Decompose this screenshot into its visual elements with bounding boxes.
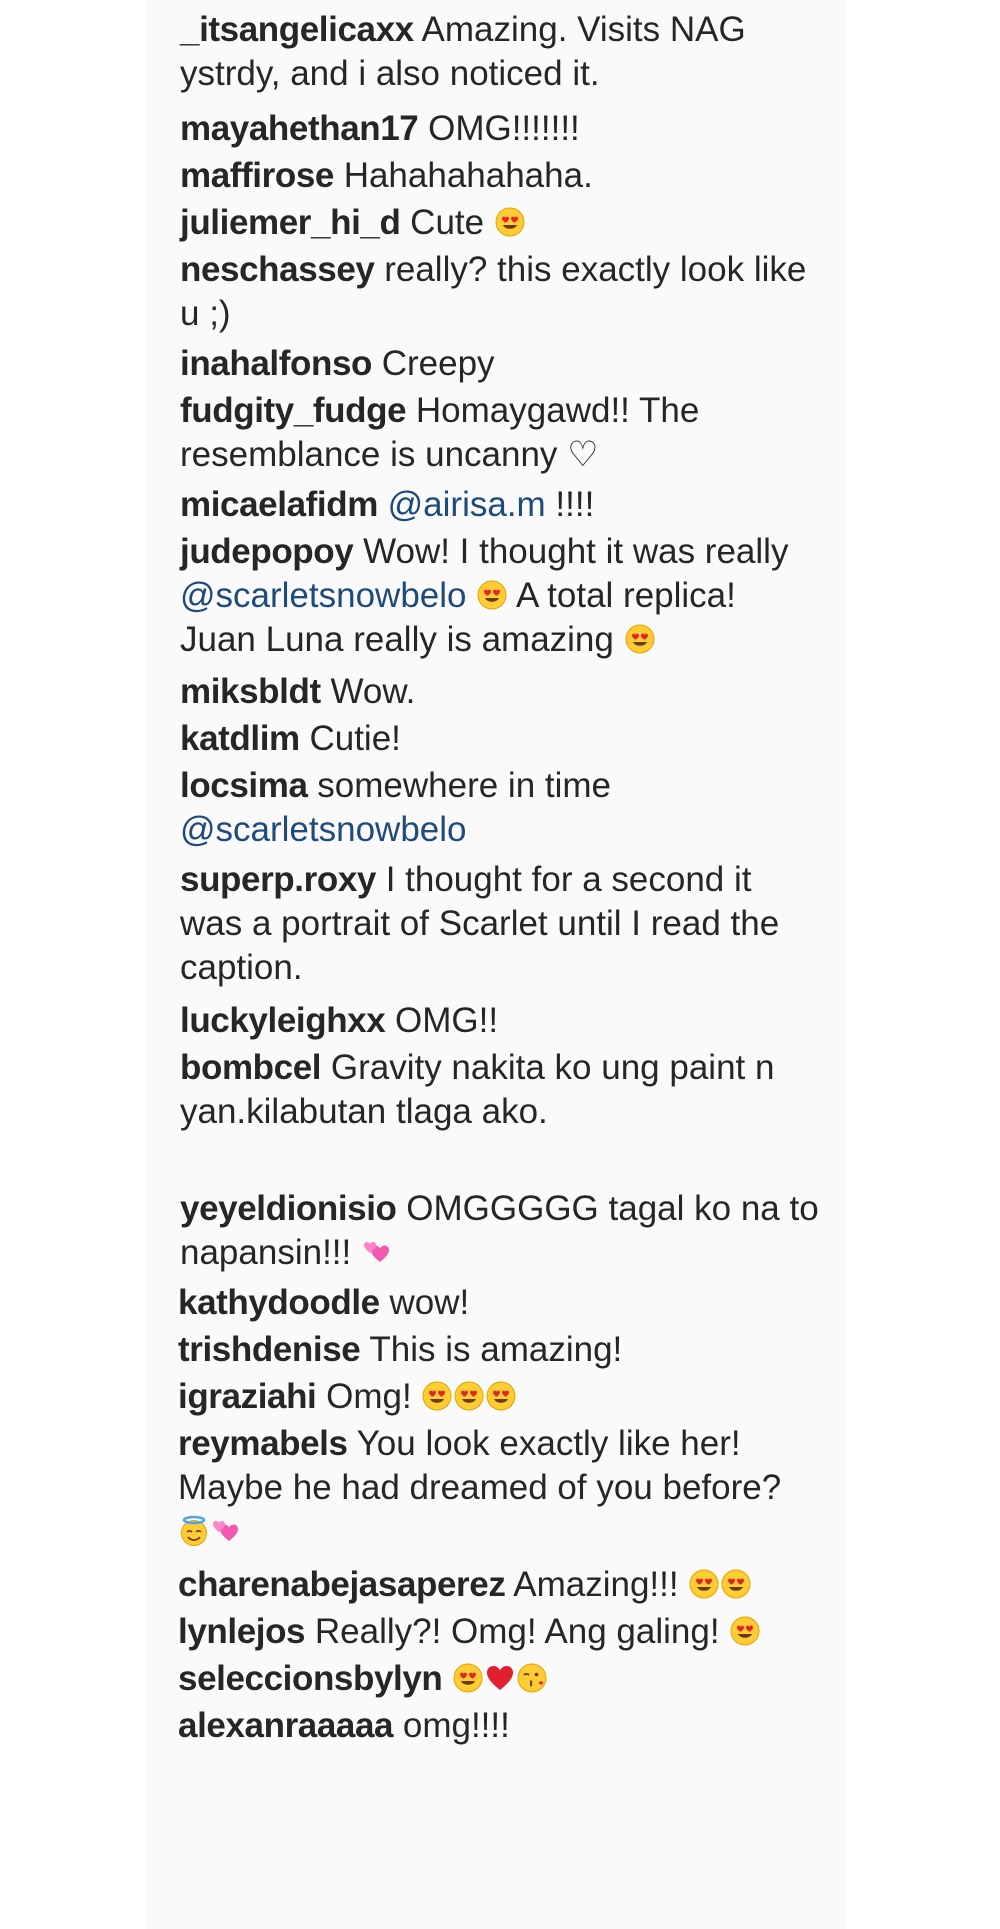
comment-text: Cute — [410, 203, 494, 242]
comment-username-link[interactable]: judepopoy — [180, 532, 354, 571]
halo-icon — [178, 1515, 210, 1547]
mention-link[interactable]: @scarletsnowbelo — [180, 810, 467, 849]
heart-eyes-icon — [624, 623, 656, 655]
comment-text: Wow! I thought it was really — [363, 532, 789, 571]
comment-item: bombcel Gravity nakita ko ung paint n ya… — [180, 1046, 820, 1134]
heart-eyes-icon — [688, 1568, 720, 1600]
comment-text: Cutie! — [309, 719, 401, 758]
comment-text: Omg! — [326, 1377, 422, 1416]
comment-text: !!!! — [545, 485, 595, 524]
red-heart-icon — [484, 1662, 516, 1694]
heart-eyes-icon — [720, 1568, 752, 1600]
comment-item: kathydoodle wow! — [178, 1281, 818, 1325]
comment-item: fudgity_fudge Homaygawd!! The resemblanc… — [180, 389, 820, 477]
comment-text: OMG!! — [395, 1001, 499, 1040]
comment-text: Hahahahahaha. — [343, 156, 593, 195]
comment-username-link[interactable]: juliemer_hi_d — [180, 203, 401, 242]
comment-item: superp.roxy I thought for a second it wa… — [180, 858, 820, 990]
comment-text: Amazing!!! — [513, 1565, 689, 1604]
comment-item: alexanraaaaa omg!!!! — [178, 1704, 818, 1748]
comment-item: seleccionsbylyn — [178, 1657, 818, 1701]
comment-username-link[interactable]: katdlim — [180, 719, 300, 758]
comment-username-link[interactable]: superp.roxy — [180, 860, 376, 899]
comment-item: igraziahi Omg! — [178, 1375, 818, 1419]
comment-item: yeyeldionisio OMGGGGG tagal ko na to nap… — [180, 1187, 820, 1275]
comment-item: charenabejasaperez Amazing!!! — [178, 1563, 818, 1607]
comment-username-link[interactable]: yeyeldionisio — [180, 1189, 397, 1228]
comment-username-link[interactable]: charenabejasaperez — [178, 1565, 506, 1604]
kiss-icon — [516, 1662, 548, 1694]
heart-eyes-icon — [452, 1662, 484, 1694]
heart-eyes-icon — [476, 579, 508, 611]
comment-username-link[interactable]: neschassey — [180, 250, 375, 289]
comment-username-link[interactable]: locsima — [180, 766, 308, 805]
comment-text — [467, 576, 477, 615]
heart-eyes-icon — [729, 1615, 761, 1647]
comment-username-link[interactable]: reymabels — [178, 1424, 348, 1463]
mention-link[interactable]: @airisa.m — [388, 485, 546, 524]
two-hearts-icon — [210, 1515, 242, 1547]
comment-text: OMG!!!!!!! — [428, 109, 580, 148]
heart-eyes-icon — [453, 1380, 485, 1412]
comment-username-link[interactable]: mayahethan17 — [180, 109, 419, 148]
comment-username-link[interactable]: seleccionsbylyn — [178, 1659, 443, 1698]
heart-eyes-icon — [494, 206, 526, 238]
comment-text: This is amazing! — [369, 1330, 623, 1369]
comment-username-link[interactable]: miksbldt — [180, 672, 321, 711]
comment-item: mayahethan17 OMG!!!!!!! — [180, 107, 820, 151]
comment-username-link[interactable]: kathydoodle — [178, 1283, 380, 1322]
comment-username-link[interactable]: lynlejos — [178, 1612, 306, 1651]
comment-text: Creepy — [381, 344, 495, 383]
comment-item: miksbldt Wow. — [180, 670, 820, 714]
comment-item: trishdenise This is amazing! — [178, 1328, 818, 1372]
comment-item: juliemer_hi_d Cute — [180, 201, 820, 245]
comment-item: locsima somewhere in time @scarletsnowbe… — [180, 764, 820, 852]
heart-eyes-icon — [421, 1380, 453, 1412]
comment-item: inahalfonso Creepy — [180, 342, 820, 386]
comment-item: _itsangelicaxx Amazing. Visits NAG ystrd… — [180, 8, 820, 96]
comment-username-link[interactable]: micaelafidm — [180, 485, 378, 524]
heart-eyes-icon — [485, 1380, 517, 1412]
comment-item: judepopoy Wow! I thought it was really @… — [180, 530, 820, 662]
comment-item: micaelafidm @airisa.m !!!! — [180, 483, 820, 527]
comment-username-link[interactable]: _itsangelicaxx — [180, 10, 414, 49]
comment-text: omg!!!! — [402, 1706, 510, 1745]
two-hearts-icon — [361, 1236, 393, 1268]
comment-text: Really?! Omg! Ang galing! — [314, 1612, 730, 1651]
comment-item: katdlim Cutie! — [180, 717, 820, 761]
comment-username-link[interactable]: inahalfonso — [180, 344, 372, 383]
comment-username-link[interactable]: bombcel — [180, 1048, 322, 1087]
comment-username-link[interactable]: fudgity_fudge — [180, 391, 407, 430]
comment-item: maffirose Hahahahahaha. — [180, 154, 820, 198]
mention-link[interactable]: @scarletsnowbelo — [180, 576, 467, 615]
comment-username-link[interactable]: alexanraaaaa — [178, 1706, 394, 1745]
comment-text: Wow. — [330, 672, 416, 711]
comment-item: luckyleighxx OMG!! — [180, 999, 820, 1043]
comment-username-link[interactable]: trishdenise — [178, 1330, 361, 1369]
comment-username-link[interactable]: maffirose — [180, 156, 334, 195]
comment-text: wow! — [389, 1283, 470, 1322]
comment-item: lynlejos Really?! Omg! Ang galing! — [178, 1610, 818, 1654]
comment-username-link[interactable]: igraziahi — [178, 1377, 317, 1416]
comment-item: neschassey really? this exactly look lik… — [180, 248, 820, 336]
comment-item: reymabels You look exactly like her! May… — [178, 1422, 818, 1554]
comment-text: somewhere in time — [317, 766, 612, 805]
comment-username-link[interactable]: luckyleighxx — [180, 1001, 386, 1040]
comments-panel: _itsangelicaxx Amazing. Visits NAG ystrd… — [146, 0, 846, 1929]
